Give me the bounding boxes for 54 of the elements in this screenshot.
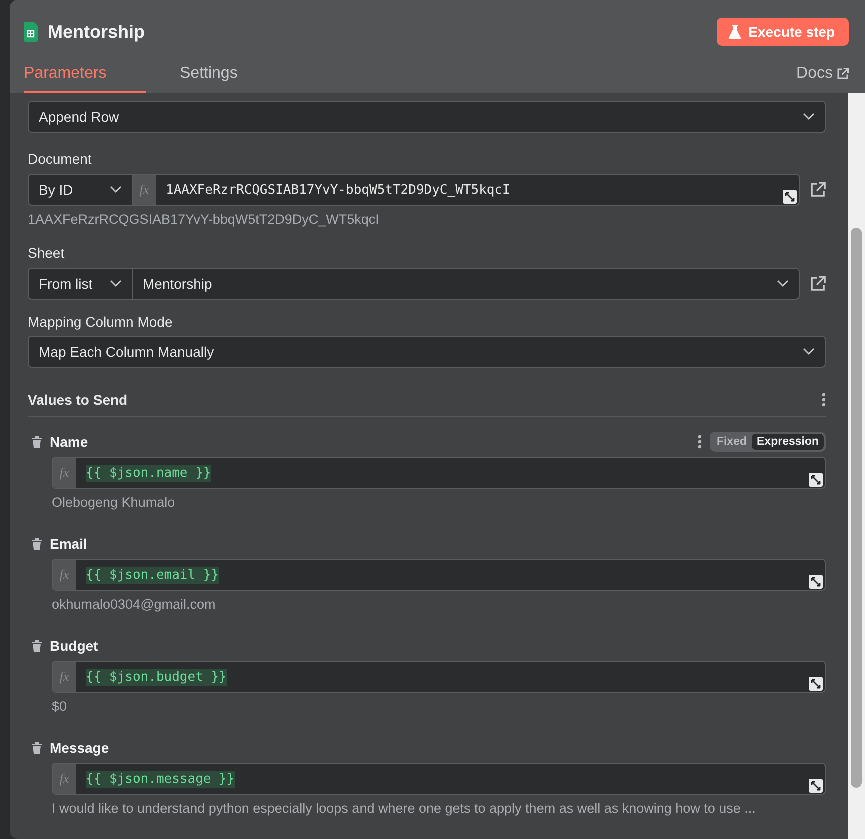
chevron-down-icon xyxy=(110,186,122,194)
expand-icon[interactable] xyxy=(783,190,797,204)
tab[interactable]: Parameters xyxy=(24,65,146,93)
chevron-down-icon xyxy=(777,280,789,288)
trash-icon[interactable] xyxy=(32,640,42,652)
external-link-icon[interactable] xyxy=(810,182,826,198)
operation-select[interactable]: Append Row xyxy=(28,101,826,133)
expand-icon[interactable] xyxy=(809,677,823,691)
expression-marker: fx xyxy=(53,560,76,590)
tab[interactable]: Settings xyxy=(180,65,238,93)
field-label: Mapping Column Mode xyxy=(28,314,174,330)
field-label: Sheet xyxy=(28,245,66,261)
scrollbar[interactable] xyxy=(848,93,865,839)
section-title: Values to Send xyxy=(28,392,128,408)
field-label: Budget xyxy=(50,638,100,654)
expression-marker: fx xyxy=(53,662,76,692)
expression-field[interactable]: fx {{ $json.message }} xyxy=(52,763,826,795)
expand-icon[interactable] xyxy=(809,575,823,589)
document-hint: 1AAXFeRzrRCQGSIAB17YvY-bbqW5tT2D9DyC_WT5kqcI xyxy=(28,212,380,227)
trash-icon[interactable] xyxy=(32,538,42,550)
chevron-down-icon xyxy=(110,280,122,288)
chevron-down-icon xyxy=(803,113,815,121)
field-label: Document xyxy=(28,151,93,167)
expression-field[interactable]: fx {{ $json.name }} xyxy=(52,457,826,489)
expand-icon[interactable] xyxy=(809,779,823,793)
result-preview: I would like to understand python especially loops and where one gets to apply them as well as knowing how to use ... xyxy=(52,801,757,816)
field-label: Message xyxy=(50,740,110,756)
sheet-field[interactable]: From list Mentorship xyxy=(28,268,800,300)
result-preview: $0 xyxy=(52,699,68,714)
docs-link[interactable]: Docs xyxy=(796,65,849,93)
document-field[interactable]: By ID fx 1AAXFeRzrRCQGSIAB17YvY-bbqW5tT2D9DyC_WT5kqcI xyxy=(28,174,800,206)
expression-marker: fx xyxy=(133,175,156,205)
expand-icon[interactable] xyxy=(809,473,823,487)
result-preview: okhumalo0304@gmail.com xyxy=(52,597,217,612)
trash-icon[interactable] xyxy=(32,742,42,754)
result-preview: Olebogeng Khumalo xyxy=(52,495,176,510)
expression-marker: fx xyxy=(53,458,76,488)
node-title: Mentorship xyxy=(48,22,146,42)
expression-field[interactable]: fx {{ $json.email }} xyxy=(52,559,826,591)
mapping-select[interactable]: Map Each Column Manually xyxy=(28,336,826,368)
expression-field[interactable]: fx {{ $json.budget }} xyxy=(52,661,826,693)
trash-icon[interactable] xyxy=(32,436,42,448)
spreadsheet-icon xyxy=(24,22,38,42)
flask-icon xyxy=(728,25,741,39)
chevron-down-icon xyxy=(803,348,815,356)
mode-option[interactable]: Expression xyxy=(752,434,824,450)
more-options-icon[interactable] xyxy=(698,435,702,449)
external-link-icon xyxy=(837,68,849,80)
external-link-icon[interactable] xyxy=(810,276,826,292)
mode-option[interactable]: Fixed xyxy=(712,434,752,450)
field-label: Email xyxy=(50,536,88,552)
field-label: Name xyxy=(50,434,90,450)
expression-marker: fx xyxy=(53,764,76,794)
more-options-icon[interactable] xyxy=(822,393,826,407)
